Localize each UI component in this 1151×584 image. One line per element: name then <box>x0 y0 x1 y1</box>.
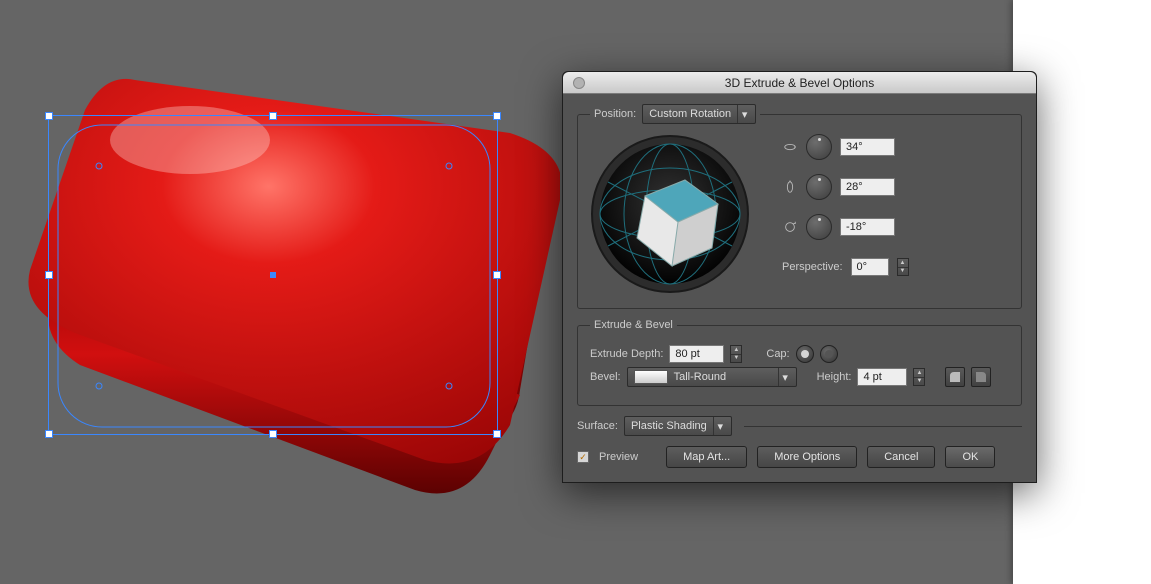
preview-checkbox[interactable]: ✓ <box>577 451 589 463</box>
surface-label: Surface: <box>577 420 618 432</box>
bevel-value: Tall-Round <box>674 371 772 383</box>
rotate-y-knob[interactable] <box>806 174 832 200</box>
bevel-extent-in-button[interactable] <box>945 367 965 387</box>
rotation-preview[interactable] <box>590 134 750 294</box>
position-group: Position: Custom Rotation ▾ <box>577 104 1022 309</box>
selection-box[interactable] <box>48 115 498 435</box>
extrude-bevel-group: Extrude & Bevel Extrude Depth: 80 pt ▲▼ … <box>577 319 1022 406</box>
rotate-z-field[interactable]: -18° <box>840 218 895 236</box>
cap-off-button[interactable] <box>820 345 838 363</box>
position-label: Position: <box>594 108 636 120</box>
surface-row: Surface: Plastic Shading ▾ <box>577 416 1022 436</box>
bevel-dropdown[interactable]: Tall-Round ▾ <box>627 367 797 387</box>
rotate-y-field[interactable]: 28° <box>840 178 895 196</box>
extrude-depth-field[interactable]: 80 pt <box>669 345 724 363</box>
height-label: Height: <box>817 371 852 383</box>
cancel-button[interactable]: Cancel <box>867 446 935 468</box>
dialog-3d-extrude-bevel: 3D Extrude & Bevel Options Position: Cus… <box>562 71 1037 483</box>
dialog-title: 3D Extrude & Bevel Options <box>725 76 874 90</box>
close-icon[interactable] <box>573 77 585 89</box>
surface-value: Plastic Shading <box>631 420 707 432</box>
rotate-x-icon <box>782 139 798 155</box>
preview-label: Preview <box>599 451 638 463</box>
bevel-extent-out-button[interactable] <box>971 367 991 387</box>
rotate-z-icon <box>782 219 798 235</box>
chevron-down-icon: ▾ <box>778 368 792 386</box>
perspective-stepper[interactable]: ▲▼ <box>897 258 909 276</box>
button-bar: ✓ Preview Map Art... More Options Cancel… <box>577 446 1022 468</box>
extrude-bevel-legend: Extrude & Bevel <box>590 319 677 331</box>
perspective-label: Perspective: <box>782 261 843 273</box>
ok-button[interactable]: OK <box>945 446 995 468</box>
rotate-y-icon <box>782 179 798 195</box>
bevel-swatch <box>634 370 668 384</box>
chevron-down-icon: ▾ <box>737 105 751 123</box>
more-options-button[interactable]: More Options <box>757 446 857 468</box>
extrude-depth-label: Extrude Depth: <box>590 348 663 360</box>
cap-on-button[interactable] <box>796 345 814 363</box>
height-field[interactable]: 4 pt <box>857 368 907 386</box>
position-value: Custom Rotation <box>649 108 731 120</box>
chevron-down-icon: ▾ <box>713 417 727 435</box>
rotate-x-knob[interactable] <box>806 134 832 160</box>
height-stepper[interactable]: ▲▼ <box>913 368 925 386</box>
dialog-title-bar[interactable]: 3D Extrude & Bevel Options <box>563 72 1036 94</box>
divider <box>744 426 1022 427</box>
rotate-z-knob[interactable] <box>806 214 832 240</box>
position-dropdown[interactable]: Custom Rotation ▾ <box>642 104 756 124</box>
bevel-label: Bevel: <box>590 371 621 383</box>
extrude-depth-stepper[interactable]: ▲▼ <box>730 345 742 363</box>
perspective-field[interactable]: 0° <box>851 258 889 276</box>
surface-dropdown[interactable]: Plastic Shading ▾ <box>624 416 732 436</box>
rotate-x-field[interactable]: 34° <box>840 138 895 156</box>
canvas[interactable] <box>0 0 560 584</box>
map-art-button[interactable]: Map Art... <box>666 446 747 468</box>
cap-label: Cap: <box>766 348 789 360</box>
